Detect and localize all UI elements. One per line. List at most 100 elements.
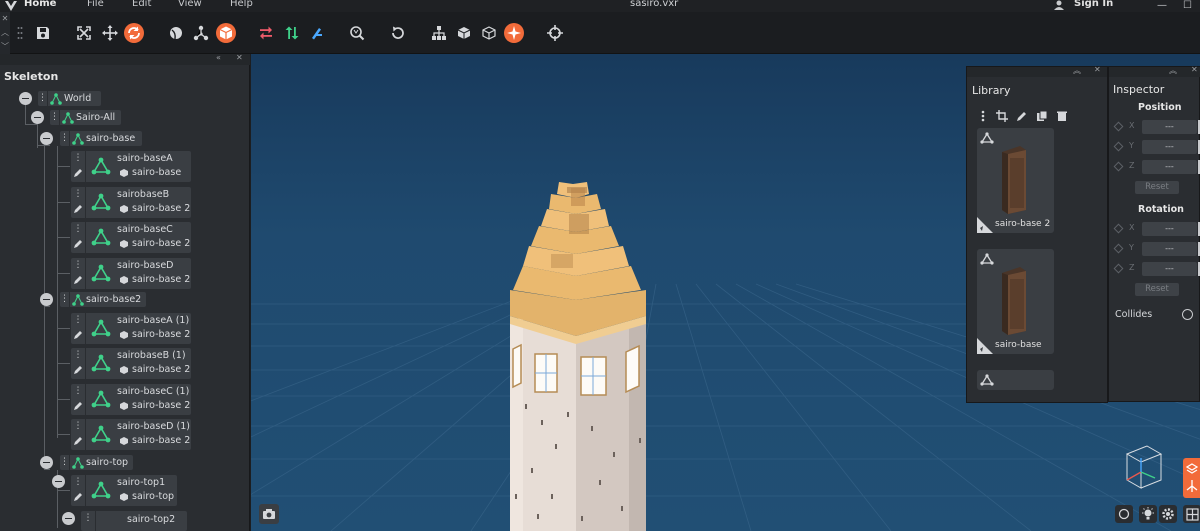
object-mode-button[interactable]	[216, 23, 236, 43]
save-button[interactable]	[33, 23, 53, 43]
node-menu-icon[interactable]: ⋮	[71, 222, 85, 237]
node-menu-icon[interactable]: ⋮	[60, 292, 70, 307]
edit-icon[interactable]	[73, 275, 83, 285]
collapse-world-toggle[interactable]	[19, 92, 32, 105]
tree-node-sairo-top[interactable]: ⋮ sairo-top	[60, 455, 133, 470]
bone-item[interactable]: ⋮ sairo-baseD sairo-base 2	[71, 258, 191, 289]
bone-item[interactable]: ⋮ sairo-baseC (1) sairo-base 2	[71, 384, 191, 415]
tree-node-sairo-base[interactable]: ⋮ sairo-base	[60, 131, 142, 146]
inspector-close-button[interactable]: ✕	[1191, 65, 1198, 74]
node-menu-icon[interactable]: ⋮	[60, 455, 70, 470]
fit-view-button[interactable]	[74, 23, 94, 43]
rotate-tool-button[interactable]	[124, 23, 144, 43]
render-mode-button[interactable]	[1115, 505, 1133, 523]
target-button[interactable]	[545, 23, 565, 43]
node-menu-icon[interactable]: ⋮	[71, 313, 85, 328]
keyframe-icon[interactable]	[1113, 263, 1124, 274]
collapse-sairo-base2-toggle[interactable]	[40, 293, 53, 306]
menu-edit[interactable]: Edit	[132, 0, 151, 9]
toolbar-collapse-handle[interactable]: ✕ ︿ ﹀	[0, 12, 10, 54]
edit-icon[interactable]	[73, 401, 83, 411]
menu-view[interactable]: View	[178, 0, 202, 9]
keyframe-icon[interactable]	[1113, 243, 1124, 254]
flip-button[interactable]	[282, 23, 302, 43]
bone-item[interactable]: ⋮ sairo-baseD (1) sairo-base 2	[71, 419, 191, 450]
node-menu-icon[interactable]: ⋮	[71, 419, 85, 434]
swap-button[interactable]	[256, 23, 276, 43]
position-y-field[interactable]: ---	[1142, 140, 1197, 154]
edit-icon[interactable]	[73, 168, 83, 178]
tree-node-sairo-all[interactable]: ⋮ Sairo-All	[50, 110, 121, 125]
edit-icon[interactable]	[73, 365, 83, 375]
skeleton-collapse-button[interactable]: «	[216, 53, 221, 62]
light-button[interactable]	[504, 23, 524, 43]
menu-home[interactable]: Home	[24, 0, 56, 9]
collapse-sairo-top2-toggle[interactable]	[62, 512, 75, 525]
bone-item[interactable]: ⋮ sairo-top2	[81, 511, 187, 531]
bone-item[interactable]: ⋮ sairo-baseC sairo-base 2	[71, 222, 191, 253]
bone-item[interactable]: ⋮ sairo-top1 sairo-top	[71, 475, 177, 506]
collapse-sairo-top-toggle[interactable]	[40, 456, 53, 469]
copy-icon[interactable]	[1036, 110, 1048, 122]
node-menu-icon[interactable]: ⋮	[71, 151, 85, 166]
menu-file[interactable]: File	[87, 0, 104, 9]
keyframe-icon[interactable]	[1113, 121, 1124, 132]
node-menu-icon[interactable]: ⋮	[50, 110, 60, 125]
physics-button[interactable]	[166, 23, 186, 43]
bone-item[interactable]: ⋮ sairobaseB (1) sairo-base 2	[71, 348, 191, 379]
wire-cube-button[interactable]	[479, 23, 499, 43]
library-item[interactable]: sairo-base 2	[977, 128, 1054, 233]
collides-toggle[interactable]	[1182, 309, 1193, 320]
hierarchy-button[interactable]	[429, 23, 449, 43]
node-menu-icon[interactable]: ⋮	[60, 131, 70, 146]
node-menu-icon[interactable]: ⋮	[71, 348, 85, 363]
user-icon[interactable]	[1053, 0, 1065, 10]
library-collapse-button[interactable]: ︽	[1073, 65, 1081, 76]
rotation-y-field[interactable]: ---	[1142, 242, 1197, 256]
menu-help[interactable]: Help	[230, 0, 253, 9]
move-tool-button[interactable]	[100, 23, 120, 43]
screenshot-button[interactable]	[259, 504, 279, 524]
edit-icon[interactable]	[73, 204, 83, 214]
tree-node-world[interactable]: ⋮ World	[38, 91, 101, 106]
keyframe-icon[interactable]	[1113, 161, 1124, 172]
bone-item[interactable]: ⋮ sairobaseB sairo-base 2	[71, 187, 191, 218]
lighting-button[interactable]	[1139, 505, 1157, 523]
collapse-sairo-top1-toggle[interactable]	[52, 475, 65, 488]
edit-icon[interactable]	[73, 436, 83, 446]
position-x-field[interactable]: ---	[1142, 120, 1197, 134]
keyframe-icon[interactable]	[1113, 141, 1124, 152]
rotation-reset-button[interactable]: Reset	[1135, 283, 1179, 296]
toolbar-grip-icon[interactable]	[17, 26, 23, 40]
rotation-z-field[interactable]: ---	[1142, 262, 1197, 276]
skeleton-close-button[interactable]: ✕	[236, 53, 243, 62]
position-z-field[interactable]: ---	[1142, 160, 1197, 174]
edit-icon[interactable]	[73, 239, 83, 249]
sign-in-link[interactable]: Sign In	[1074, 0, 1113, 9]
minimize-button[interactable]: —	[1157, 0, 1167, 11]
node-menu-icon[interactable]: ⋮	[71, 384, 85, 399]
collapse-sairo-all-toggle[interactable]	[31, 111, 44, 124]
position-reset-button[interactable]: Reset	[1135, 181, 1179, 194]
node-menu-icon[interactable]: ⋮	[71, 475, 85, 490]
edit-icon[interactable]	[73, 330, 83, 340]
keyframe-icon[interactable]	[1113, 223, 1124, 234]
edit-icon[interactable]	[73, 492, 83, 502]
node-menu-icon[interactable]: ⋮	[71, 258, 85, 273]
library-close-button[interactable]: ✕	[1094, 65, 1101, 74]
grid-toggle-button[interactable]	[1183, 505, 1200, 523]
mirror-button[interactable]	[307, 23, 327, 43]
skeleton-button[interactable]	[191, 23, 211, 43]
library-item[interactable]	[977, 370, 1054, 390]
trash-icon[interactable]	[1056, 110, 1068, 122]
library-item[interactable]: sairo-base	[977, 249, 1054, 354]
search-scene-button[interactable]	[347, 23, 367, 43]
tree-node-sairo-base2[interactable]: ⋮ sairo-base2	[60, 292, 146, 307]
bone-item[interactable]: ⋮ sairo-baseA (1) sairo-base 2	[71, 313, 191, 344]
bone-item[interactable]: ⋮ sairo-baseA sairo-base	[71, 151, 191, 182]
solid-cube-button[interactable]	[454, 23, 474, 43]
node-menu-icon[interactable]: ⋮	[38, 91, 48, 106]
pencil-icon[interactable]	[1016, 110, 1028, 122]
layers-toggle-button[interactable]	[1183, 458, 1200, 498]
inspector-collapse-button[interactable]: ︽	[1169, 65, 1177, 76]
